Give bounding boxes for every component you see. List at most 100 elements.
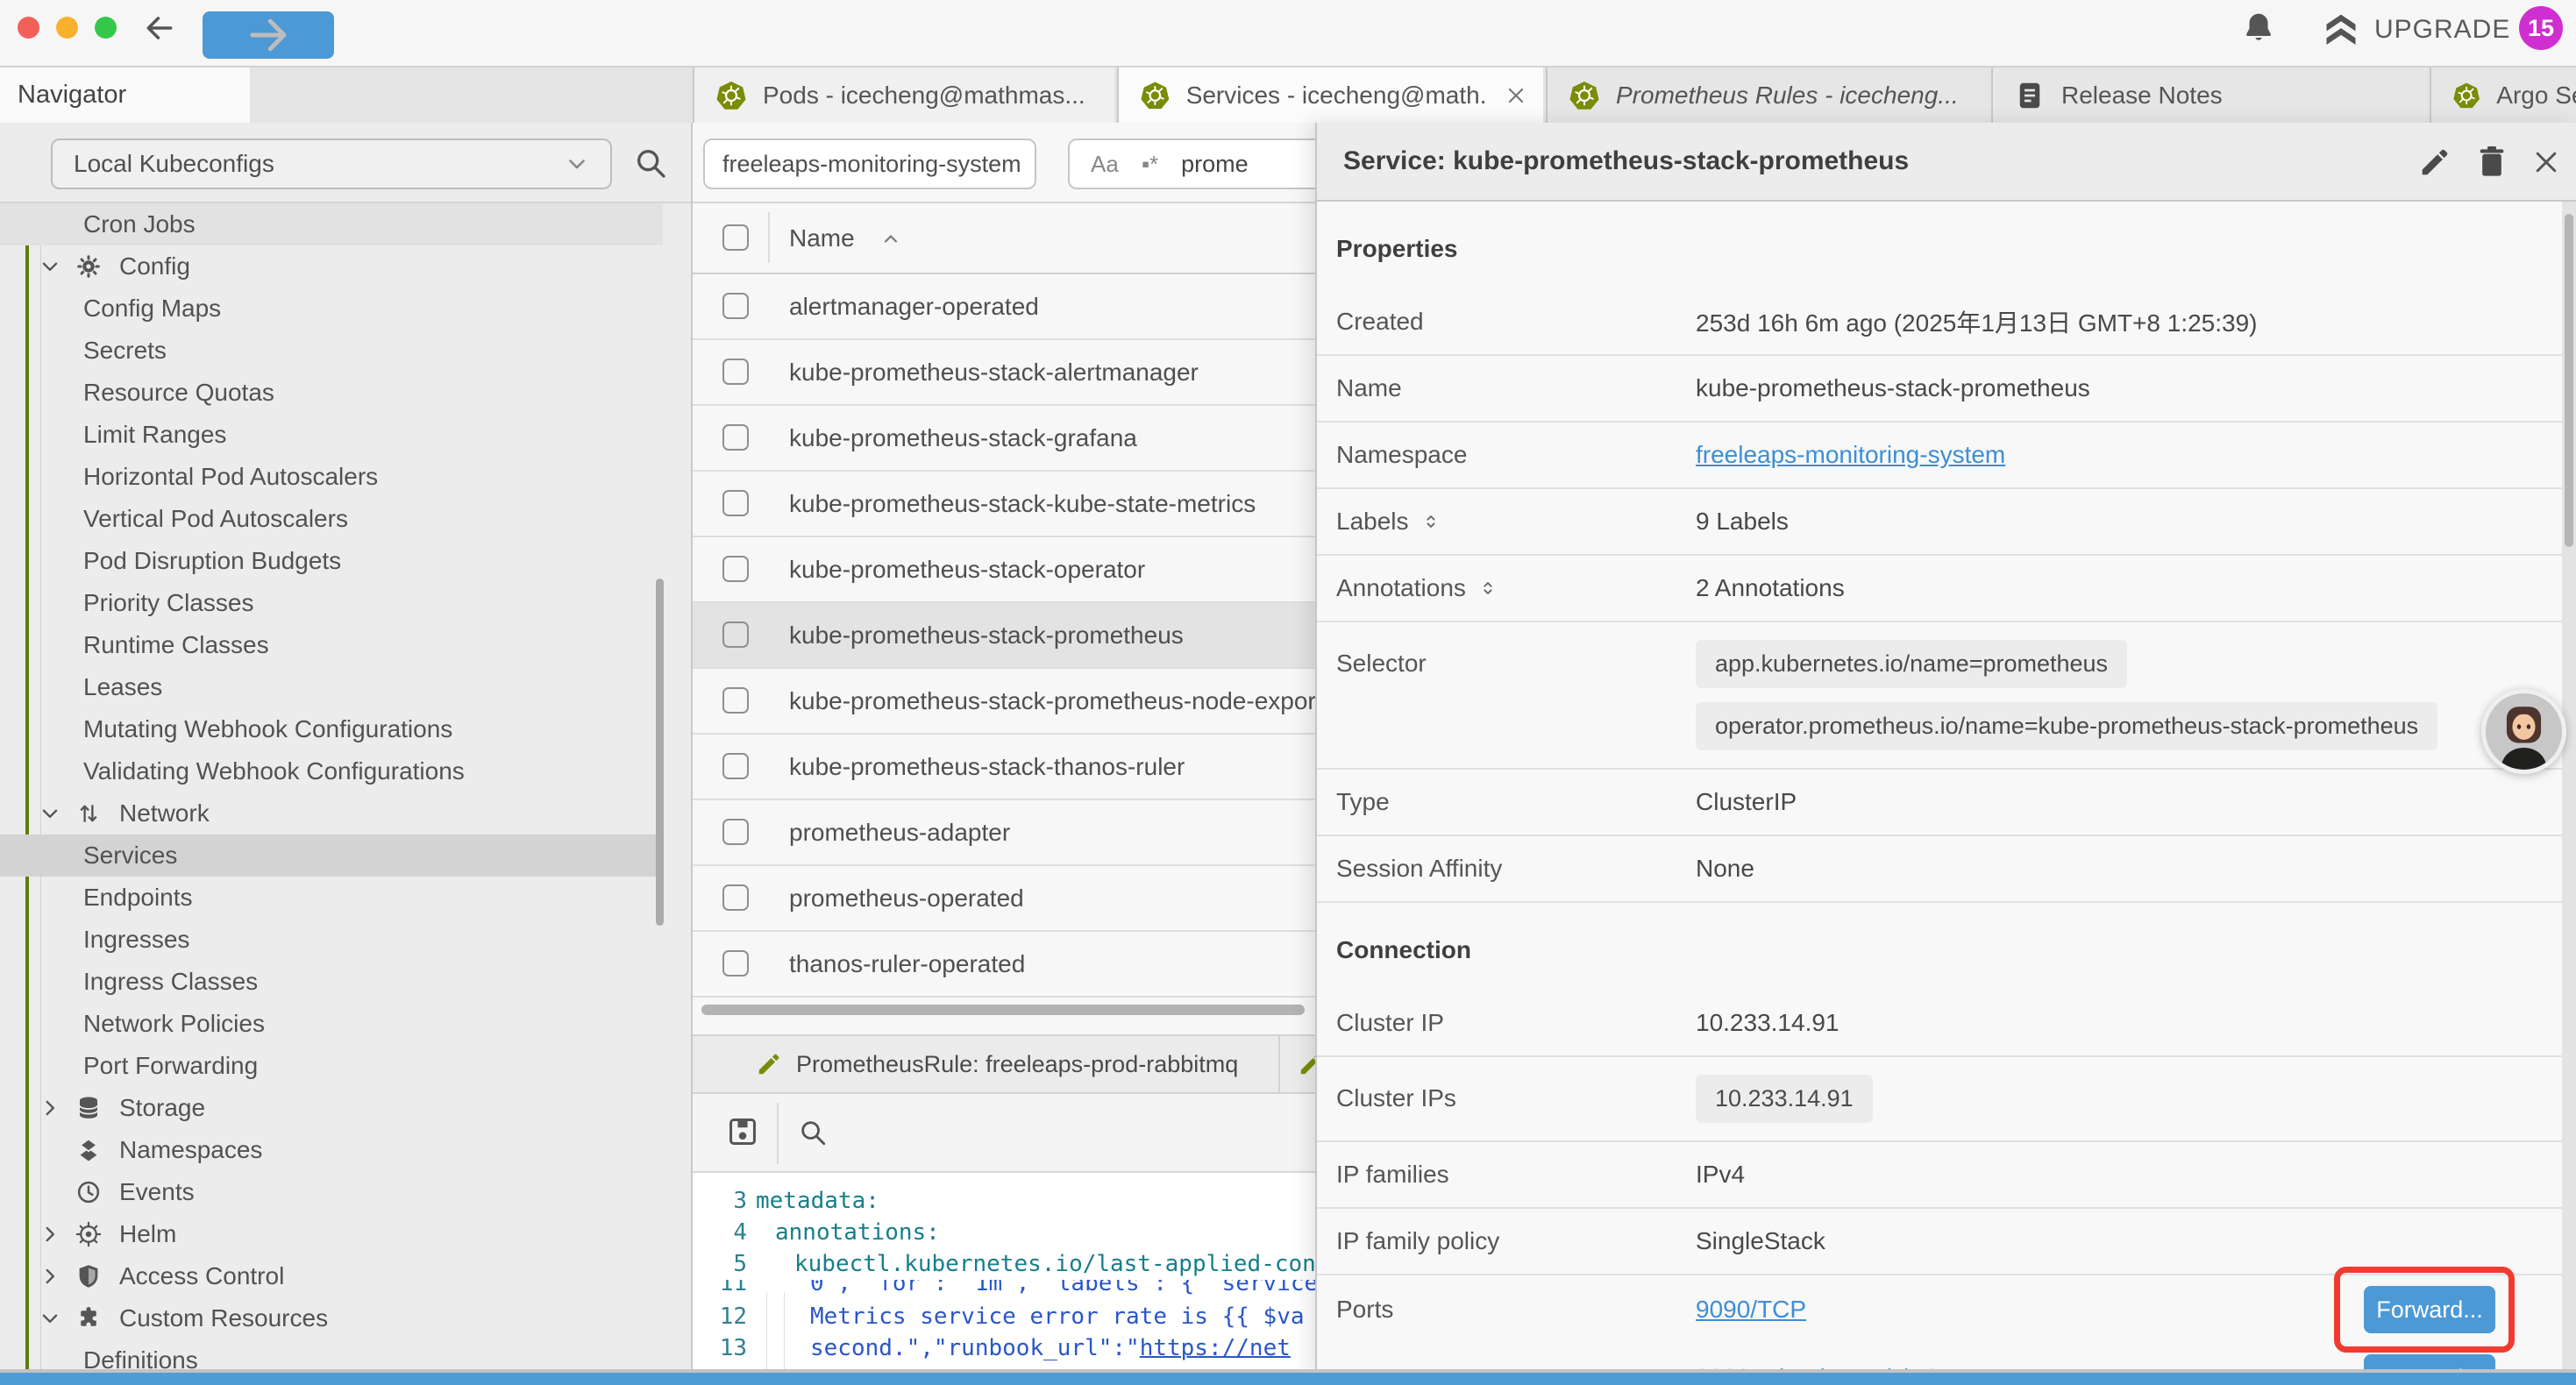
row-checkbox[interactable] xyxy=(722,621,749,648)
sidebar-item-network-policies[interactable]: Network Policies xyxy=(0,1003,663,1045)
close-button[interactable] xyxy=(2530,146,2562,178)
sidebar-item-validating-webhook-configurations[interactable]: Validating Webhook Configurations xyxy=(0,750,663,792)
horizontal-scrollbar[interactable] xyxy=(701,1005,1305,1015)
row-checkbox[interactable] xyxy=(722,819,749,845)
sort-toggle-icon[interactable] xyxy=(1421,512,1441,531)
sidebar-item-events[interactable]: Events xyxy=(0,1171,663,1213)
chevron-down-icon[interactable] xyxy=(39,255,68,278)
yaml-editor[interactable]: 3metadata:4annotations:5kubectl.kubernet… xyxy=(693,1173,1315,1385)
sidebar-item-endpoints[interactable]: Endpoints xyxy=(0,877,663,919)
count-badge[interactable]: 15 xyxy=(2519,6,2563,50)
tab-release-notes[interactable]: Release Notes xyxy=(1991,67,2427,123)
table-row-alertmanager-operated[interactable]: alertmanager-operated xyxy=(693,274,1315,340)
row-checkbox[interactable] xyxy=(722,490,749,516)
tab-argo-se[interactable]: Argo Se xyxy=(2430,67,2576,123)
row-checkbox[interactable] xyxy=(722,293,749,319)
sidebar-item-helm[interactable]: Helm xyxy=(0,1213,663,1255)
table-row-kube-prometheus-stack-kube-state-metrics[interactable]: kube-prometheus-stack-kube-state-metrics xyxy=(693,472,1315,537)
chevron-down-icon[interactable] xyxy=(39,1307,68,1330)
row-checkbox[interactable] xyxy=(722,359,749,385)
sidebar-item-config[interactable]: Config xyxy=(0,245,663,288)
list-search-input[interactable]: Aa ▪* prome xyxy=(1068,138,1315,189)
avatar[interactable] xyxy=(2481,689,2566,774)
tab-prometheus-rules-icecheng[interactable]: Prometheus Rules - icecheng... xyxy=(1546,67,1989,123)
table-row-kube-prometheus-stack-operator[interactable]: kube-prometheus-stack-operator xyxy=(693,537,1315,603)
match-case-toggle[interactable]: Aa xyxy=(1091,151,1119,178)
drawer-scrollbar[interactable] xyxy=(2562,202,2576,1378)
tab-navigator[interactable]: Navigator xyxy=(0,67,250,123)
upgrade-button[interactable]: UPGRADE xyxy=(2322,9,2510,51)
sidebar-item-storage[interactable]: Storage xyxy=(0,1087,663,1129)
table-row-prometheus-operated[interactable]: prometheus-operated xyxy=(693,866,1315,932)
delete-button[interactable] xyxy=(2474,144,2509,179)
tab-pods-icecheng-mathmas[interactable]: Pods - icecheng@mathmas... xyxy=(693,67,1114,123)
table-row-prometheus-adapter[interactable]: prometheus-adapter xyxy=(693,800,1315,866)
forward-arrow-icon[interactable] xyxy=(203,11,334,59)
drawer-scrollbar-thumb[interactable] xyxy=(2565,214,2573,547)
sidebar-item-horizontal-pod-autoscalers[interactable]: Horizontal Pod Autoscalers xyxy=(0,456,663,498)
row-checkbox[interactable] xyxy=(722,753,749,779)
sidebar-search-icon[interactable] xyxy=(633,146,668,181)
tab-services-icecheng-math[interactable]: Services - icecheng@math... xyxy=(1117,67,1543,123)
traffic-light-minimize[interactable] xyxy=(56,17,78,39)
forward-button[interactable]: Forward... xyxy=(2364,1286,2495,1333)
regex-toggle[interactable]: ▪* xyxy=(1142,151,1158,178)
sidebar-item-namespaces[interactable]: Namespaces xyxy=(0,1129,663,1171)
save-icon[interactable] xyxy=(726,1115,759,1148)
editor-tab-title[interactable]: PrometheusRule: freeleaps-prod-rabbitmq xyxy=(796,1036,1238,1092)
port-link-9090-tcp[interactable]: 9090/TCP xyxy=(1696,1296,1806,1324)
sidebar-item-access-control[interactable]: Access Control xyxy=(0,1255,663,1297)
chevron-down-icon[interactable] xyxy=(39,802,68,825)
sort-toggle-icon[interactable] xyxy=(1478,579,1498,598)
sidebar-item-config-maps[interactable]: Config Maps xyxy=(0,288,663,330)
sidebar-item-ingresses[interactable]: Ingresses xyxy=(0,919,663,961)
sidebar-item-pod-disruption-budgets[interactable]: Pod Disruption Budgets xyxy=(0,540,663,582)
property-label: Namespace xyxy=(1336,441,1696,469)
row-checkbox[interactable] xyxy=(722,884,749,911)
table-row-kube-prometheus-stack-thanos-ruler[interactable]: kube-prometheus-stack-thanos-ruler xyxy=(693,735,1315,800)
sidebar-scrollbar[interactable] xyxy=(656,579,664,926)
sidebar-item-vertical-pod-autoscalers[interactable]: Vertical Pod Autoscalers xyxy=(0,498,663,540)
table-row-kube-prometheus-stack-prometheus[interactable]: kube-prometheus-stack-prometheus xyxy=(693,603,1315,669)
notifications-bell-icon[interactable] xyxy=(2241,11,2276,46)
sidebar-item-priority-classes[interactable]: Priority Classes xyxy=(0,582,663,624)
sidebar-item-resource-quotas[interactable]: Resource Quotas xyxy=(0,372,663,414)
kubeconfig-select[interactable]: Local Kubeconfigs xyxy=(51,138,612,189)
sidebar-item-port-forwarding[interactable]: Port Forwarding xyxy=(0,1045,663,1087)
sidebar-item-mutating-webhook-configurations[interactable]: Mutating Webhook Configurations xyxy=(0,708,663,750)
edit-button[interactable] xyxy=(2418,146,2451,179)
back-arrow-icon[interactable] xyxy=(143,11,176,45)
search-query[interactable]: prome xyxy=(1181,151,1249,178)
row-checkbox[interactable] xyxy=(722,950,749,977)
sidebar-item-cron-jobs[interactable]: Cron Jobs xyxy=(0,203,663,245)
chevron-right-icon[interactable] xyxy=(39,1097,68,1119)
sidebar-item-secrets[interactable]: Secrets xyxy=(0,330,663,372)
sidebar-item-ingress-classes[interactable]: Ingress Classes xyxy=(0,961,663,1003)
sidebar-item-custom-resources[interactable]: Custom Resources xyxy=(0,1297,663,1339)
sidebar-item-services[interactable]: Services xyxy=(0,835,663,877)
sidebar-item-limit-ranges[interactable]: Limit Ranges xyxy=(0,414,663,456)
sidebar-item-network[interactable]: Network xyxy=(0,792,663,835)
namespace-select[interactable]: freeleaps-monitoring-system xyxy=(703,138,1036,189)
table-row-kube-prometheus-stack-grafana[interactable]: kube-prometheus-stack-grafana xyxy=(693,406,1315,472)
sidebar-item-leases[interactable]: Leases xyxy=(0,666,663,708)
chevron-right-icon[interactable] xyxy=(39,1223,68,1246)
table-row-thanos-ruler-operated[interactable]: thanos-ruler-operated xyxy=(693,932,1315,998)
column-header-name[interactable]: Name xyxy=(789,203,855,273)
traffic-light-zoom[interactable] xyxy=(95,17,117,39)
traffic-light-close[interactable] xyxy=(18,17,39,39)
row-checkbox[interactable] xyxy=(722,556,749,582)
sort-ascending-icon[interactable] xyxy=(880,229,901,250)
row-checkbox[interactable] xyxy=(722,424,749,451)
property-label: IP family policy xyxy=(1336,1227,1696,1255)
tab-close-icon[interactable] xyxy=(1505,84,1527,107)
editor-search-icon[interactable] xyxy=(798,1118,828,1147)
edit-pencil-icon[interactable] xyxy=(1298,1051,1315,1077)
sidebar-item-runtime-classes[interactable]: Runtime Classes xyxy=(0,624,663,666)
table-row-kube-prometheus-stack-alertmanager[interactable]: kube-prometheus-stack-alertmanager xyxy=(693,340,1315,406)
select-all-checkbox[interactable] xyxy=(722,224,749,251)
table-row-kube-prometheus-stack-prometheus-node-exporter[interactable]: kube-prometheus-stack-prometheus-node-ex… xyxy=(693,669,1315,735)
namespace-link[interactable]: freeleaps-monitoring-system xyxy=(1696,441,2005,469)
chevron-right-icon[interactable] xyxy=(39,1265,68,1288)
row-checkbox[interactable] xyxy=(722,687,749,714)
